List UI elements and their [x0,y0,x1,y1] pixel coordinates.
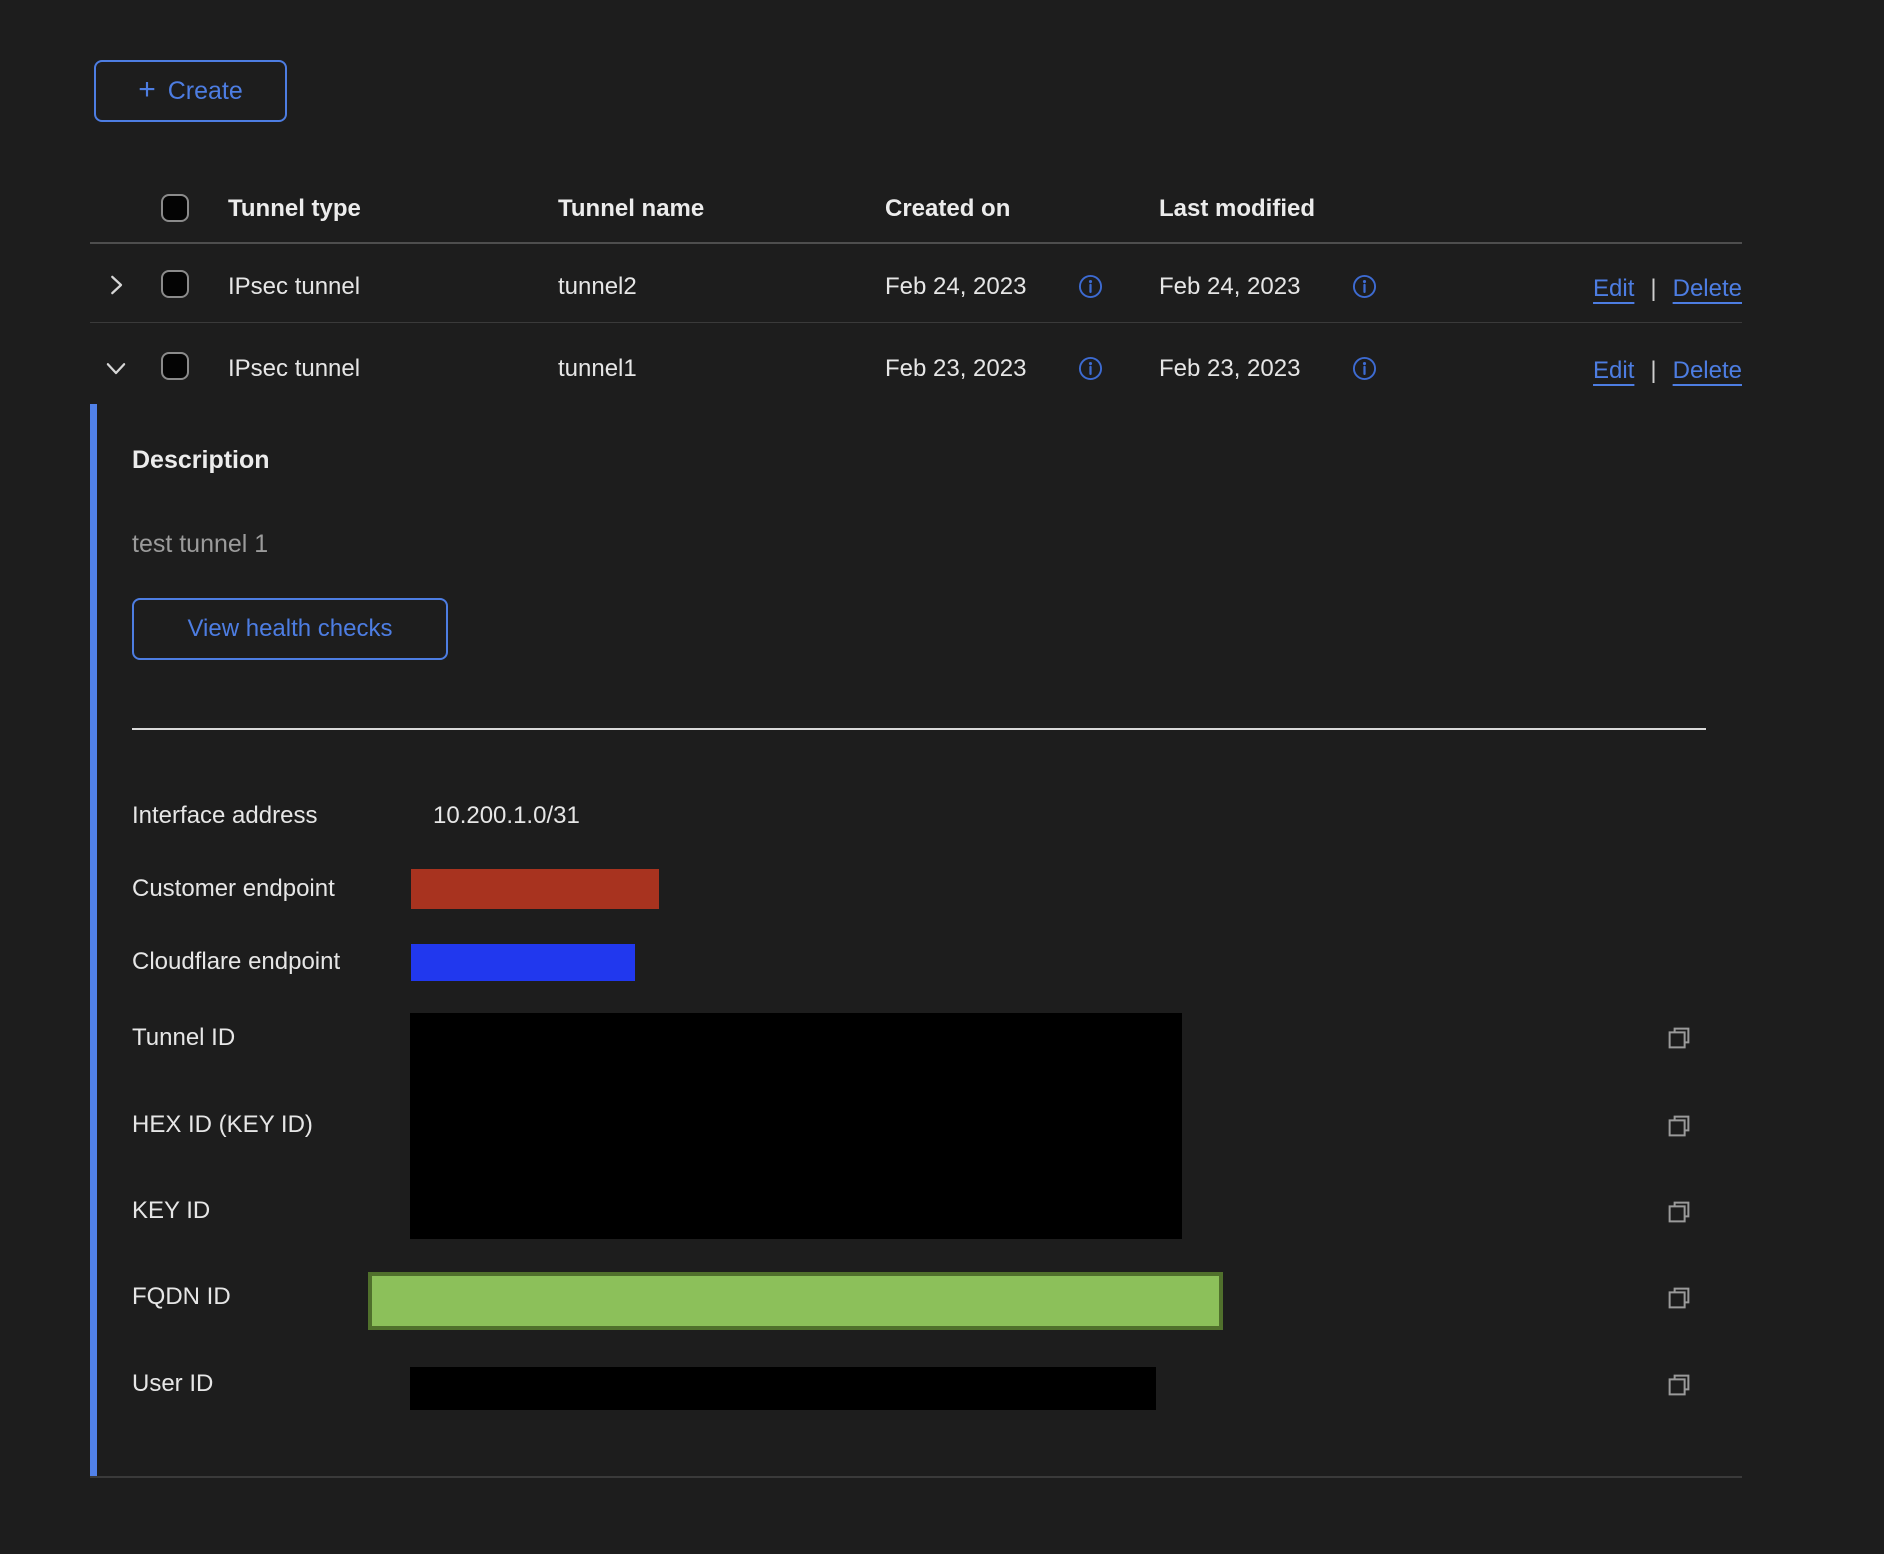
section-divider [132,728,1706,730]
fqdn-id-label: FQDN ID [132,1281,231,1313]
header-tunnel-name: Tunnel name [558,193,704,225]
create-button-label: Create [168,77,243,106]
info-icon[interactable] [1077,273,1104,300]
customer-endpoint-redacted-value [411,869,659,909]
description-value: test tunnel 1 [132,528,268,560]
last-modified-cell: Feb 23, 2023 [1159,353,1300,385]
last-modified-cell: Feb 24, 2023 [1159,271,1300,303]
cloudflare-endpoint-redacted-value [411,944,635,981]
interface-address-value: 10.200.1.0/31 [433,800,580,832]
select-all-checkbox[interactable] [161,194,189,222]
copy-user-id-button[interactable] [1664,1370,1694,1400]
fqdn-id-redacted-value [368,1272,1223,1330]
copy-icon [1664,1283,1694,1313]
tunnel-name-cell: tunnel1 [558,353,637,385]
header-divider [90,242,1742,244]
ids-redacted-value [410,1013,1182,1239]
created-on-cell: Feb 23, 2023 [885,353,1026,385]
expanded-row-indicator-bar [90,404,97,1477]
edit-link[interactable]: Edit [1593,275,1634,303]
delete-link[interactable]: Delete [1673,357,1742,385]
key-id-label: KEY ID [132,1195,210,1227]
chevron-right-icon[interactable] [101,270,131,300]
panel-bottom-divider [90,1476,1742,1478]
copy-icon [1664,1370,1694,1400]
hex-id-label: HEX ID (KEY ID) [132,1109,313,1141]
copy-icon [1664,1197,1694,1227]
tunnel-type-cell: IPsec tunnel [228,353,360,385]
row-actions: Edit | Delete [1422,271,1742,307]
user-id-label: User ID [132,1368,213,1400]
action-separator: | [1650,275,1656,303]
info-icon[interactable] [1351,273,1378,300]
copy-icon [1664,1111,1694,1141]
copy-key-id-button[interactable] [1664,1197,1694,1227]
row-checkbox[interactable] [161,270,189,298]
row-actions: Edit | Delete [1422,353,1742,389]
created-on-cell: Feb 24, 2023 [885,271,1026,303]
header-created-on: Created on [885,193,1010,225]
info-icon[interactable] [1351,355,1378,382]
copy-hex-id-button[interactable] [1664,1111,1694,1141]
description-label: Description [132,444,270,476]
header-tunnel-type: Tunnel type [228,193,361,225]
delete-link[interactable]: Delete [1673,275,1742,303]
user-id-redacted-value [410,1367,1156,1410]
plus-icon: + [138,75,156,105]
cloudflare-endpoint-label: Cloudflare endpoint [132,946,340,978]
row-divider [90,322,1742,323]
row-checkbox[interactable] [161,352,189,380]
tunnel-name-cell: tunnel2 [558,271,637,303]
copy-tunnel-id-button[interactable] [1664,1023,1694,1053]
copy-fqdn-id-button[interactable] [1664,1283,1694,1313]
chevron-down-icon[interactable] [101,353,131,383]
info-icon[interactable] [1077,355,1104,382]
tunnel-type-cell: IPsec tunnel [228,271,360,303]
tunnel-id-label: Tunnel ID [132,1022,235,1054]
header-last-modified: Last modified [1159,193,1315,225]
edit-link[interactable]: Edit [1593,357,1634,385]
interface-address-label: Interface address [132,800,317,832]
copy-icon [1664,1023,1694,1053]
customer-endpoint-label: Customer endpoint [132,873,335,905]
action-separator: | [1650,357,1656,385]
tunnels-page: + Create Tunnel type Tunnel name Created… [0,0,1884,1554]
create-button[interactable]: + Create [94,60,287,122]
view-health-checks-button[interactable]: View health checks [132,598,448,660]
